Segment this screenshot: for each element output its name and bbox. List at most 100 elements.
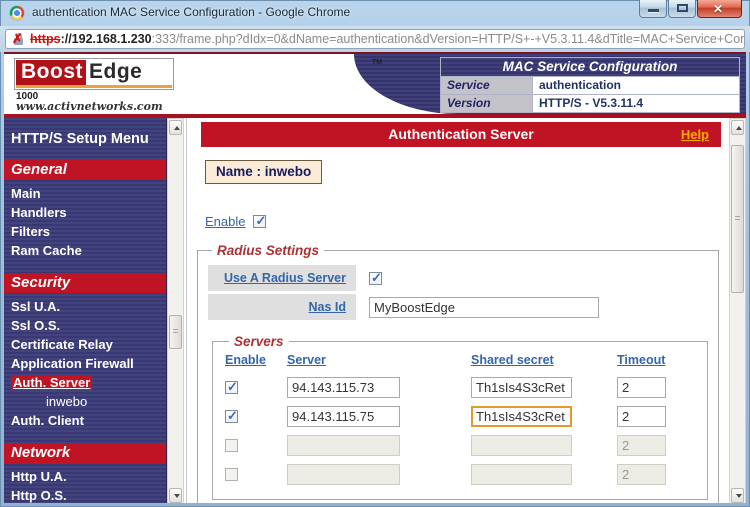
scroll-down-button[interactable] bbox=[169, 488, 182, 503]
use-radius-link[interactable]: Use A Radius Server bbox=[224, 271, 346, 285]
help-link[interactable]: Help bbox=[681, 122, 709, 147]
url-separator: :// bbox=[61, 32, 72, 46]
logo-boost-text: Boost bbox=[16, 60, 86, 85]
service-value: authentication bbox=[533, 77, 740, 95]
nas-id-row: Nas Id bbox=[208, 294, 708, 320]
shared-secret-input[interactable] bbox=[471, 435, 572, 456]
column-header-server[interactable]: Server bbox=[287, 353, 471, 367]
logo-edge-text: Edge bbox=[86, 60, 148, 85]
window-title: authentication MAC Service Configuration… bbox=[32, 5, 350, 19]
server-address-input[interactable] bbox=[287, 464, 400, 485]
radius-settings-fieldset: Radius Settings Use A Radius Server Nas … bbox=[197, 243, 719, 503]
sidebar-section-general: General bbox=[4, 160, 166, 180]
timeout-input[interactable] bbox=[617, 406, 666, 427]
main-frame: Authentication Server Help Name : inwebo… bbox=[186, 118, 729, 503]
scroll-up-button[interactable] bbox=[169, 120, 182, 135]
content-area: HTTP/S Setup Menu General Main Handlers … bbox=[4, 118, 746, 503]
servers-legend: Servers bbox=[229, 334, 289, 349]
service-row: Service authentication bbox=[441, 77, 740, 95]
maximize-button[interactable] bbox=[668, 0, 696, 18]
column-header-shared-secret[interactable]: Shared secret bbox=[471, 353, 617, 367]
server-address-input[interactable] bbox=[287, 377, 400, 398]
shared-secret-input[interactable] bbox=[471, 377, 572, 398]
url-path: :333/frame.php?dIdx=0&dName=authenticati… bbox=[152, 32, 745, 46]
sidebar-item-ssl-ua[interactable]: Ssl U.A. bbox=[4, 297, 166, 316]
shared-secret-input[interactable] bbox=[471, 464, 572, 485]
page-banner: Authentication Server Help bbox=[201, 122, 721, 147]
server-enable-checkbox[interactable] bbox=[225, 439, 238, 452]
trademark-label: TM bbox=[372, 59, 382, 66]
shared-secret-input-focused[interactable] bbox=[471, 406, 572, 427]
scrollbar-thumb[interactable] bbox=[169, 315, 182, 349]
boostedge-logo: BoostEdge bbox=[14, 58, 174, 90]
scroll-down-icon bbox=[174, 494, 180, 498]
use-radius-checkbox[interactable] bbox=[369, 272, 382, 285]
title-bar[interactable]: authentication MAC Service Configuration… bbox=[0, 0, 750, 26]
url-host: 192.168.1.230 bbox=[72, 32, 152, 46]
sidebar-scrollbar[interactable] bbox=[167, 118, 184, 503]
sidebar-item-http-os[interactable]: Http O.S. bbox=[4, 486, 166, 503]
enable-row: Enable bbox=[205, 214, 729, 229]
sidebar-item-filters[interactable]: Filters bbox=[4, 222, 166, 241]
maximize-icon bbox=[677, 4, 688, 12]
sidebar-item-http-ua[interactable]: Http U.A. bbox=[4, 467, 166, 486]
enable-link[interactable]: Enable bbox=[205, 214, 245, 229]
close-button[interactable]: ✕ bbox=[697, 0, 742, 18]
enable-checkbox[interactable] bbox=[253, 215, 266, 228]
scroll-up-icon bbox=[736, 126, 742, 130]
page-title: MAC Service Configuration bbox=[440, 57, 740, 76]
broken-https-icon[interactable]: ✗ bbox=[12, 32, 26, 46]
scroll-up-icon bbox=[174, 126, 180, 130]
browser-window: authentication MAC Service Configuration… bbox=[0, 0, 750, 507]
timeout-input[interactable] bbox=[617, 377, 666, 398]
sidebar-item-handlers[interactable]: Handlers bbox=[4, 203, 166, 222]
column-header-enable[interactable]: Enable bbox=[225, 353, 287, 367]
server-enable-checkbox[interactable] bbox=[225, 381, 238, 394]
scrollbar-thumb[interactable] bbox=[731, 145, 744, 293]
nas-id-input[interactable] bbox=[369, 297, 599, 318]
sidebar-section-network: Network bbox=[4, 443, 166, 463]
timeout-input[interactable] bbox=[617, 464, 666, 485]
close-icon: ✕ bbox=[713, 2, 723, 16]
scroll-up-button[interactable] bbox=[731, 120, 744, 135]
sidebar-item-ssl-os[interactable]: Ssl O.S. bbox=[4, 316, 166, 335]
page-frame: TM BoostEdge 1000 www.activnetworks.com … bbox=[4, 52, 746, 503]
sidebar-title: HTTP/S Setup Menu bbox=[4, 118, 166, 147]
service-label: Service bbox=[441, 77, 533, 95]
window-controls: ✕ bbox=[638, 0, 742, 18]
timeout-input[interactable] bbox=[617, 435, 666, 456]
sidebar-item-auth-client[interactable]: Auth. Client bbox=[4, 411, 166, 430]
address-bar[interactable]: ✗ https://192.168.1.230:333/frame.php?dI… bbox=[5, 29, 745, 49]
use-radius-row: Use A Radius Server bbox=[208, 265, 708, 291]
server-address-input[interactable] bbox=[287, 435, 400, 456]
column-header-timeout[interactable]: Timeout bbox=[617, 353, 687, 367]
server-address-input[interactable] bbox=[287, 406, 400, 427]
sidebar-item-ram-cache[interactable]: Ram Cache bbox=[4, 241, 166, 260]
server-enable-checkbox[interactable] bbox=[225, 410, 238, 423]
main-scrollbar[interactable] bbox=[729, 118, 746, 503]
server-enable-checkbox[interactable] bbox=[225, 468, 238, 481]
sidebar-item-certificate-relay[interactable]: Certificate Relay bbox=[4, 335, 166, 354]
logo-website: www.activnetworks.com bbox=[16, 100, 163, 113]
minimize-button[interactable] bbox=[639, 0, 667, 18]
sidebar-item-inwebo[interactable]: inwebo bbox=[4, 392, 166, 411]
chrome-icon bbox=[10, 6, 24, 20]
service-info-panel: MAC Service Configuration Service authen… bbox=[440, 57, 740, 113]
version-row: Version HTTP/S - V5.3.11.4 bbox=[441, 95, 740, 113]
sidebar-menu: HTTP/S Setup Menu General Main Handlers … bbox=[4, 118, 167, 503]
version-value: HTTP/S - V5.3.11.4 bbox=[533, 95, 740, 113]
sidebar-section-security: Security bbox=[4, 273, 166, 293]
sidebar-item-main[interactable]: Main bbox=[4, 184, 166, 203]
nas-id-link[interactable]: Nas Id bbox=[308, 300, 346, 314]
servers-table: Enable Server Shared secret Timeout bbox=[225, 353, 695, 485]
browser-toolbar: ✗ https://192.168.1.230:333/frame.php?dI… bbox=[0, 26, 750, 52]
sidebar-item-auth-server[interactable]: Auth. Server bbox=[4, 373, 166, 392]
sidebar-item-application-firewall[interactable]: Application Firewall bbox=[4, 354, 166, 373]
app-header: TM BoostEdge 1000 www.activnetworks.com … bbox=[4, 54, 746, 114]
url-scheme: https bbox=[30, 32, 61, 46]
scroll-down-icon bbox=[736, 494, 742, 498]
radius-settings-legend: Radius Settings bbox=[212, 243, 324, 258]
service-name-box: Name : inwebo bbox=[205, 160, 322, 184]
scroll-down-button[interactable] bbox=[731, 488, 744, 503]
banner-title: Authentication Server bbox=[388, 126, 533, 142]
